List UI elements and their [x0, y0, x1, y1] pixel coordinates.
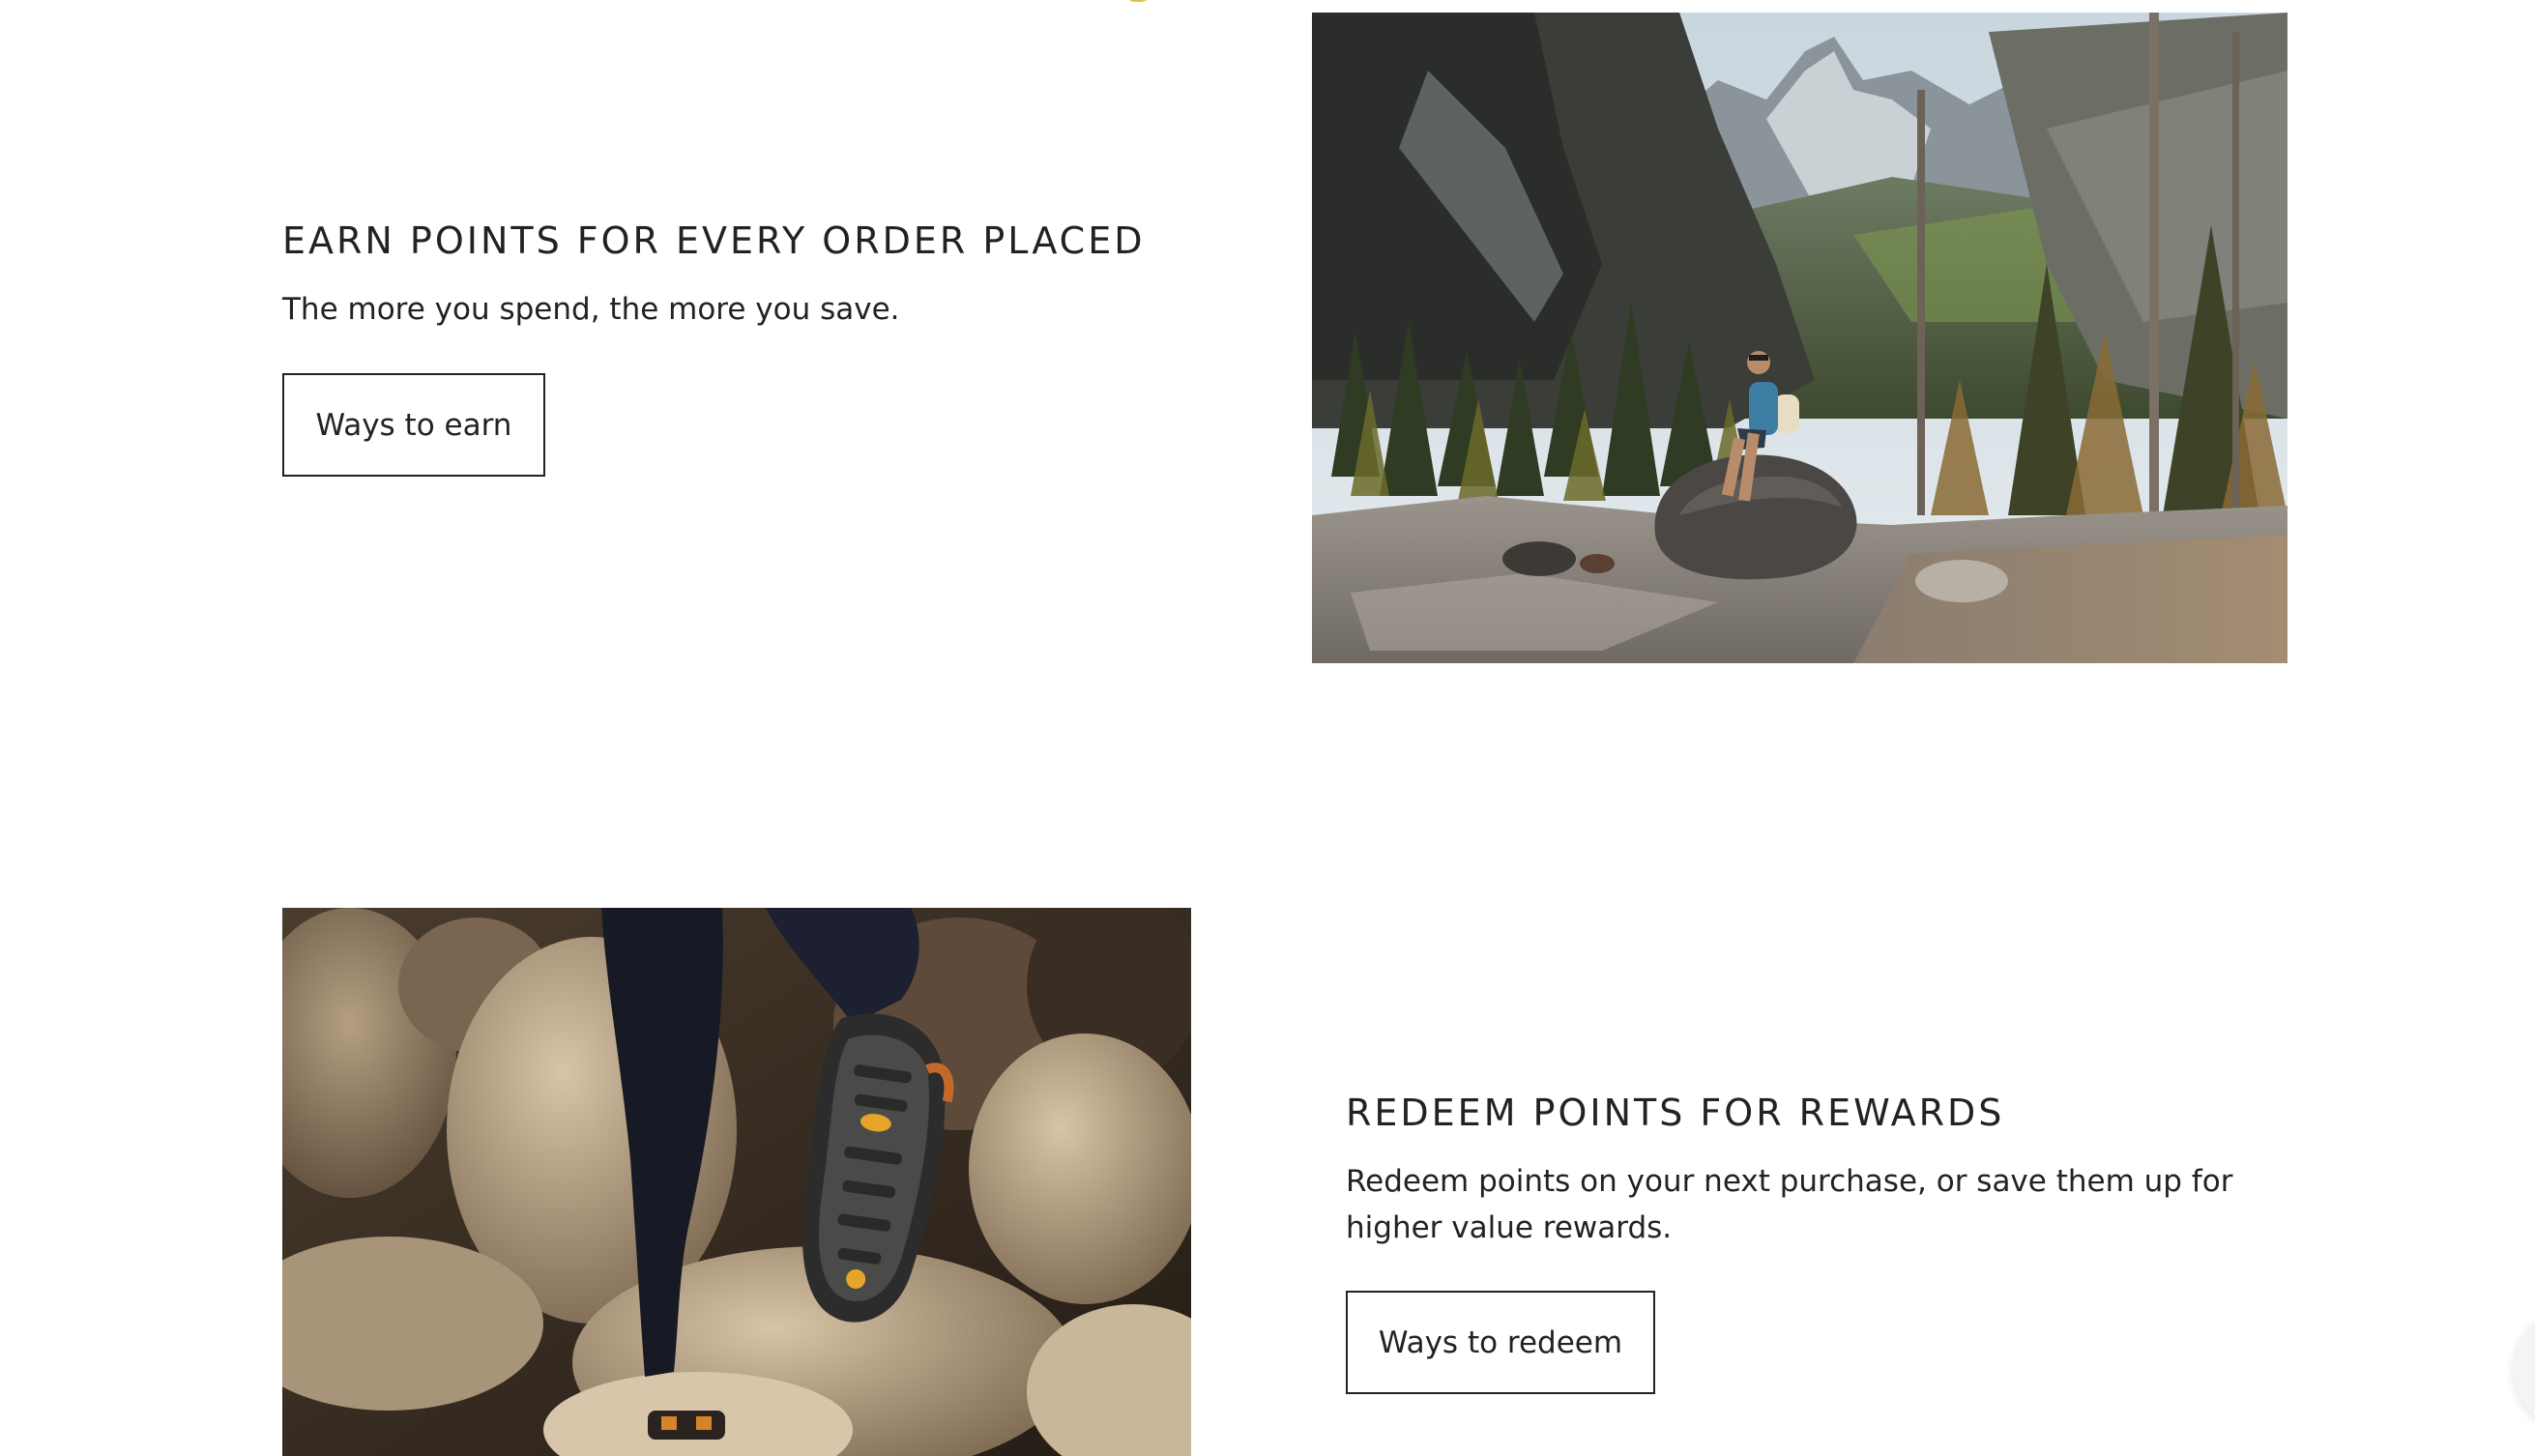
earn-heading: EARN POINTS FOR EVERY ORDER PLACED — [282, 219, 1146, 262]
redeem-section: REDEEM POINTS FOR REWARDS Redeem points … — [1346, 1089, 2313, 1398]
chat-launcher-button[interactable] — [2514, 1317, 2535, 1423]
sandal-rocks-image — [282, 908, 1191, 1456]
ways-to-earn-button[interactable]: Ways to earn — [282, 373, 545, 477]
ways-to-redeem-button[interactable]: Ways to redeem — [1346, 1291, 1655, 1394]
earn-description: The more you spend, the more you save. — [282, 292, 900, 327]
redeem-description-line2: higher value rewards. — [1346, 1210, 1673, 1245]
earn-section: EARN POINTS FOR EVERY ORDER PLACED The m… — [282, 217, 1249, 487]
redeem-description-line1: Redeem points on your next purchase, or … — [1346, 1164, 2233, 1199]
decorative-fleck — [1127, 0, 1149, 2]
mountain-hiker-image — [1312, 13, 2287, 663]
redeem-heading: REDEEM POINTS FOR REWARDS — [1346, 1092, 2005, 1134]
